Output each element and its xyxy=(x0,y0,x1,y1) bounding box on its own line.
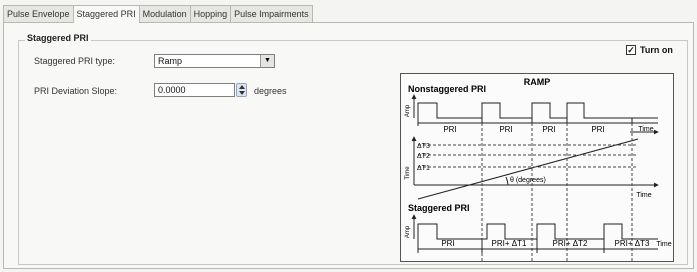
deviation-slope-unit: degrees xyxy=(254,86,287,96)
tab-bar: Pulse Envelope Staggered PRI Modulation … xyxy=(3,5,313,23)
chevron-down-icon[interactable]: ▼ xyxy=(260,55,274,67)
staggered-title: Staggered PRI xyxy=(408,203,470,213)
staggered-pri-ramp-diagram: RAMP Nonstaggered PRI Amp PRI PRI PRI PR… xyxy=(400,73,674,262)
time-label-bottom: Time xyxy=(656,241,671,248)
turn-on-label: Turn on xyxy=(640,45,673,55)
pri-type-label: Staggered PRI type: xyxy=(34,56,116,66)
pri-type-value: Ramp xyxy=(158,56,183,66)
stag-pri-label: PRI+ ΔT2 xyxy=(553,239,588,248)
amp-label-top: Amp xyxy=(405,104,411,117)
tab-pulse-envelope[interactable]: Pulse Envelope xyxy=(3,5,74,22)
pri-type-select[interactable]: Ramp ▼ xyxy=(154,54,275,68)
angle-label: θ (degrees) xyxy=(510,177,546,184)
amp-label-bottom: Amp xyxy=(405,225,411,238)
tab-hopping[interactable]: Hopping xyxy=(189,5,232,22)
tab-modulation[interactable]: Modulation xyxy=(138,5,191,22)
delta-t2-label: ΔT2 xyxy=(417,153,430,160)
delta-t1-label: ΔT1 xyxy=(417,165,430,172)
pri-label: PRI xyxy=(499,125,512,134)
stag-pri-label: PRI+ ΔT1 xyxy=(492,239,527,248)
stag-pri-label: PRI+ ΔT3 xyxy=(615,239,650,248)
turn-on-checkbox[interactable]: ✓ xyxy=(626,45,636,55)
delta-t3-label: ΔT3 xyxy=(417,143,430,150)
time-label-ramp-vertical: Time xyxy=(405,166,411,180)
diagram-title: RAMP xyxy=(524,77,551,87)
tab-staggered-pri[interactable]: Staggered PRI xyxy=(72,5,140,23)
spinner-arrows-icon[interactable] xyxy=(236,83,247,97)
nonstaggered-title: Nonstaggered PRI xyxy=(408,84,486,94)
pri-label: PRI xyxy=(542,125,555,134)
deviation-slope-input[interactable]: 0.0000 xyxy=(154,83,235,97)
pri-label: PRI xyxy=(591,125,604,134)
pri-label: PRI xyxy=(443,125,456,134)
time-label-top: Time xyxy=(638,126,653,133)
group-title: Staggered PRI xyxy=(25,33,91,43)
deviation-slope-label: PRI Deviation Slope: xyxy=(34,86,118,96)
time-label-ramp: Time xyxy=(636,192,651,199)
tab-pulse-impairments[interactable]: Pulse Impairments xyxy=(230,5,313,22)
stag-pri-label: PRI xyxy=(441,239,454,248)
